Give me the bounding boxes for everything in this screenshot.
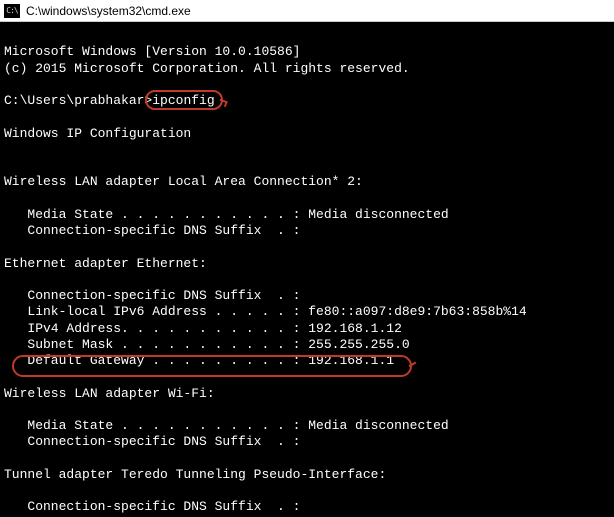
blank: [4, 158, 12, 173]
wlan2-suffix: Connection-specific DNS Suffix . :: [4, 223, 300, 238]
version-line: Microsoft Windows [Version 10.0.10586]: [4, 44, 300, 59]
command-text: ipconfig: [152, 93, 214, 108]
eth-gateway: Default Gateway . . . . . . . . . : 192.…: [4, 353, 394, 368]
eth-ipv6: Link-local IPv6 Address . . . . . : fe80…: [4, 304, 527, 319]
window-title-text: C:\windows\system32\cmd.exe: [26, 4, 191, 18]
wlan2-media: Media State . . . . . . . . . . . : Medi…: [4, 207, 449, 222]
eth-suffix: Connection-specific DNS Suffix . :: [4, 288, 300, 303]
prompt-path: C:\Users\prabhakar>: [4, 93, 152, 108]
teredo-suffix: Connection-specific DNS Suffix . :: [4, 499, 300, 514]
wifi-media: Media State . . . . . . . . . . . : Medi…: [4, 418, 449, 433]
window-title-bar[interactable]: C:\ C:\windows\system32\cmd.exe: [0, 0, 614, 22]
blank: [4, 451, 12, 466]
blank: [4, 142, 12, 157]
wifi-suffix: Connection-specific DNS Suffix . :: [4, 434, 300, 449]
prompt-line: C:\Users\prabhakar>ipconfig: [4, 93, 215, 108]
cmd-icon: C:\: [4, 4, 20, 18]
blank: [4, 483, 12, 498]
blank: [4, 191, 12, 206]
eth-header: Ethernet adapter Ethernet:: [4, 256, 207, 271]
eth-mask: Subnet Mask . . . . . . . . . . . : 255.…: [4, 337, 410, 352]
blank: [4, 77, 12, 92]
eth-ipv4: IPv4 Address. . . . . . . . . . . : 192.…: [4, 321, 402, 336]
ipconfig-title: Windows IP Configuration: [4, 126, 191, 141]
blank: [4, 402, 12, 417]
blank: [4, 272, 12, 287]
blank: [4, 239, 12, 254]
blank: [4, 369, 12, 384]
wifi-header: Wireless LAN adapter Wi-Fi:: [4, 386, 215, 401]
teredo-header: Tunnel adapter Teredo Tunneling Pseudo-I…: [4, 467, 386, 482]
copyright-line: (c) 2015 Microsoft Corporation. All righ…: [4, 61, 410, 76]
terminal-output[interactable]: Microsoft Windows [Version 10.0.10586] (…: [0, 22, 614, 517]
blank: [4, 109, 12, 124]
wlan2-header: Wireless LAN adapter Local Area Connecti…: [4, 174, 363, 189]
